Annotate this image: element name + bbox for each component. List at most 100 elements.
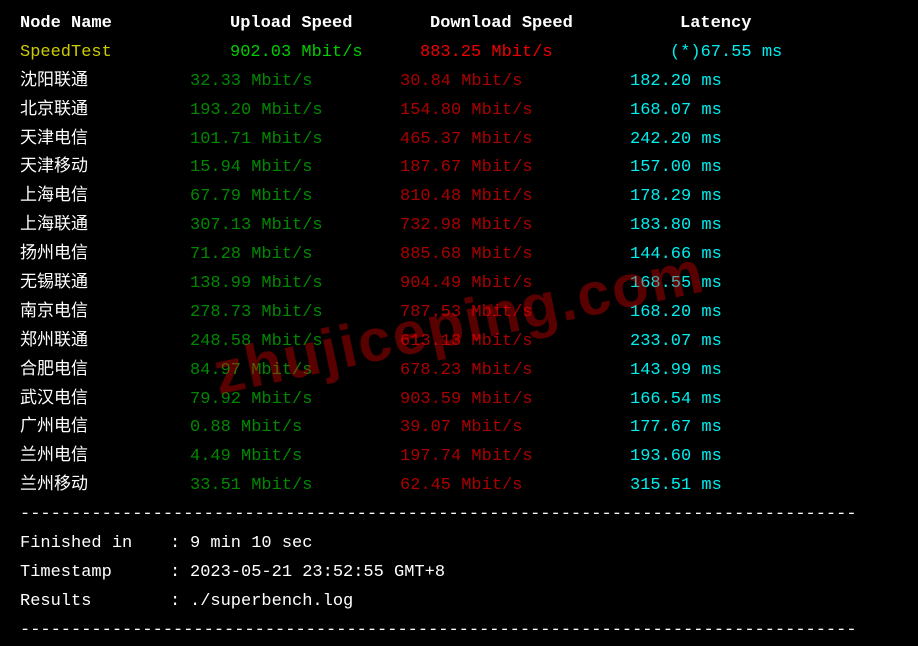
latency: 315.51 ms bbox=[630, 472, 898, 501]
upload-speed: 84.97 Mbit/s bbox=[190, 357, 400, 386]
latency: 166.54 ms bbox=[630, 386, 898, 415]
node-name: 南京电信 bbox=[20, 299, 190, 328]
table-row: 天津移动15.94 Mbit/s187.67 Mbit/s157.00 ms bbox=[20, 154, 898, 183]
latency: 193.60 ms bbox=[630, 443, 898, 472]
results-value: ./superbench.log bbox=[190, 588, 353, 617]
latency: 177.67 ms bbox=[630, 414, 898, 443]
download-speed: 678.23 Mbit/s bbox=[400, 357, 630, 386]
table-row: 上海联通307.13 Mbit/s732.98 Mbit/s183.80 ms bbox=[20, 212, 898, 241]
download-speed: 903.59 Mbit/s bbox=[400, 386, 630, 415]
node-name: 沈阳联通 bbox=[20, 68, 190, 97]
download-speed: 39.07 Mbit/s bbox=[400, 414, 630, 443]
node-name: 上海联通 bbox=[20, 212, 190, 241]
table-row: 沈阳联通32.33 Mbit/s30.84 Mbit/s182.20 ms bbox=[20, 68, 898, 97]
download-speed: 885.68 Mbit/s bbox=[400, 241, 630, 270]
download-speed: 787.53 Mbit/s bbox=[400, 299, 630, 328]
table-row: 上海电信67.79 Mbit/s810.48 Mbit/s178.29 ms bbox=[20, 183, 898, 212]
latency: 168.20 ms bbox=[630, 299, 898, 328]
upload-speed: 193.20 Mbit/s bbox=[190, 97, 400, 126]
colon: : bbox=[170, 588, 190, 617]
node-name: 兰州电信 bbox=[20, 443, 190, 472]
download-speed: 465.37 Mbit/s bbox=[400, 126, 630, 155]
header-upload: Upload Speed bbox=[190, 10, 400, 39]
table-row: 北京联通193.20 Mbit/s154.80 Mbit/s168.07 ms bbox=[20, 97, 898, 126]
upload-speed: 71.28 Mbit/s bbox=[190, 241, 400, 270]
upload-speed: 67.79 Mbit/s bbox=[190, 183, 400, 212]
footer-finished: Finished in : 9 min 10 sec bbox=[20, 530, 898, 559]
download-speed: 613.13 Mbit/s bbox=[400, 328, 630, 357]
download-speed: 154.80 Mbit/s bbox=[400, 97, 630, 126]
colon: : bbox=[170, 559, 190, 588]
header-latency: Latency bbox=[630, 10, 898, 39]
table-row: 扬州电信71.28 Mbit/s885.68 Mbit/s144.66 ms bbox=[20, 241, 898, 270]
node-name: 天津电信 bbox=[20, 126, 190, 155]
latency: 233.07 ms bbox=[630, 328, 898, 357]
table-row: 郑州联通248.58 Mbit/s613.13 Mbit/s233.07 ms bbox=[20, 328, 898, 357]
upload-speed: 4.49 Mbit/s bbox=[190, 443, 400, 472]
latency: 168.07 ms bbox=[630, 97, 898, 126]
colon: : bbox=[170, 530, 190, 559]
upload-speed: 248.58 Mbit/s bbox=[190, 328, 400, 357]
node-name: 广州电信 bbox=[20, 414, 190, 443]
header-download: Download Speed bbox=[400, 10, 630, 39]
table-row: 武汉电信79.92 Mbit/s903.59 Mbit/s166.54 ms bbox=[20, 386, 898, 415]
download-speed: 187.67 Mbit/s bbox=[400, 154, 630, 183]
upload-speed: 278.73 Mbit/s bbox=[190, 299, 400, 328]
upload-speed: 15.94 Mbit/s bbox=[190, 154, 400, 183]
latency: 182.20 ms bbox=[630, 68, 898, 97]
speedtest-download: 883.25 Mbit/s bbox=[400, 39, 630, 68]
latency: 242.20 ms bbox=[630, 126, 898, 155]
upload-speed: 33.51 Mbit/s bbox=[190, 472, 400, 501]
download-speed: 810.48 Mbit/s bbox=[400, 183, 630, 212]
divider-bottom: ----------------------------------------… bbox=[20, 617, 898, 646]
upload-speed: 32.33 Mbit/s bbox=[190, 68, 400, 97]
node-name: 合肥电信 bbox=[20, 357, 190, 386]
divider: ----------------------------------------… bbox=[20, 501, 898, 530]
table-row: 兰州移动33.51 Mbit/s62.45 Mbit/s315.51 ms bbox=[20, 472, 898, 501]
speedtest-row: SpeedTest 902.03 Mbit/s 883.25 Mbit/s (*… bbox=[20, 39, 898, 68]
table-row: 广州电信0.88 Mbit/s39.07 Mbit/s177.67 ms bbox=[20, 414, 898, 443]
latency: 178.29 ms bbox=[630, 183, 898, 212]
node-name: 天津移动 bbox=[20, 154, 190, 183]
node-name: 郑州联通 bbox=[20, 328, 190, 357]
data-rows: 沈阳联通32.33 Mbit/s30.84 Mbit/s182.20 ms北京联… bbox=[20, 68, 898, 501]
download-speed: 62.45 Mbit/s bbox=[400, 472, 630, 501]
table-row: 无锡联通138.99 Mbit/s904.49 Mbit/s168.55 ms bbox=[20, 270, 898, 299]
upload-speed: 138.99 Mbit/s bbox=[190, 270, 400, 299]
timestamp-label: Timestamp bbox=[20, 559, 170, 588]
node-name: 扬州电信 bbox=[20, 241, 190, 270]
download-speed: 904.49 Mbit/s bbox=[400, 270, 630, 299]
latency: 157.00 ms bbox=[630, 154, 898, 183]
latency: 183.80 ms bbox=[630, 212, 898, 241]
header-node: Node Name bbox=[20, 10, 190, 39]
results-label: Results bbox=[20, 588, 170, 617]
finished-value: 9 min 10 sec bbox=[190, 530, 312, 559]
upload-speed: 307.13 Mbit/s bbox=[190, 212, 400, 241]
node-name: 上海电信 bbox=[20, 183, 190, 212]
node-name: 北京联通 bbox=[20, 97, 190, 126]
download-speed: 732.98 Mbit/s bbox=[400, 212, 630, 241]
latency: 143.99 ms bbox=[630, 357, 898, 386]
table-row: 天津电信101.71 Mbit/s465.37 Mbit/s242.20 ms bbox=[20, 126, 898, 155]
speedtest-name: SpeedTest bbox=[20, 39, 190, 68]
timestamp-value: 2023-05-21 23:52:55 GMT+8 bbox=[190, 559, 445, 588]
table-header: Node Name Upload Speed Download Speed La… bbox=[20, 10, 898, 39]
latency: 144.66 ms bbox=[630, 241, 898, 270]
speedtest-latency: (*)67.55 ms bbox=[630, 39, 898, 68]
download-speed: 197.74 Mbit/s bbox=[400, 443, 630, 472]
finished-label: Finished in bbox=[20, 530, 170, 559]
node-name: 兰州移动 bbox=[20, 472, 190, 501]
footer-timestamp: Timestamp : 2023-05-21 23:52:55 GMT+8 bbox=[20, 559, 898, 588]
node-name: 无锡联通 bbox=[20, 270, 190, 299]
upload-speed: 0.88 Mbit/s bbox=[190, 414, 400, 443]
table-row: 合肥电信84.97 Mbit/s678.23 Mbit/s143.99 ms bbox=[20, 357, 898, 386]
node-name: 武汉电信 bbox=[20, 386, 190, 415]
download-speed: 30.84 Mbit/s bbox=[400, 68, 630, 97]
table-row: 南京电信278.73 Mbit/s787.53 Mbit/s168.20 ms bbox=[20, 299, 898, 328]
latency: 168.55 ms bbox=[630, 270, 898, 299]
upload-speed: 79.92 Mbit/s bbox=[190, 386, 400, 415]
speedtest-upload: 902.03 Mbit/s bbox=[190, 39, 400, 68]
upload-speed: 101.71 Mbit/s bbox=[190, 126, 400, 155]
table-row: 兰州电信4.49 Mbit/s197.74 Mbit/s193.60 ms bbox=[20, 443, 898, 472]
footer-results: Results : ./superbench.log bbox=[20, 588, 898, 617]
